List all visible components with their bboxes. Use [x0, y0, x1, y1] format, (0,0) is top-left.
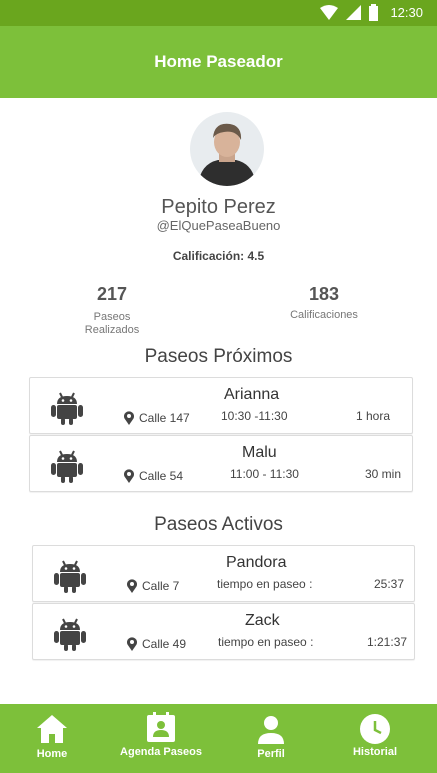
list-item[interactable]: Malu Calle 54 11:00 - 11:30 30 min [29, 435, 413, 492]
street-text: Calle 7 [142, 579, 180, 593]
android-icon [51, 392, 83, 425]
pet-name: Zack [245, 612, 280, 629]
signal-icon [346, 5, 362, 20]
rating-text: Calificación: 4.5 [172, 249, 265, 263]
street-text: Calle 54 [139, 469, 184, 483]
walks-label: Paseos Realizados [72, 311, 152, 337]
street-text: Calle 49 [142, 637, 187, 651]
location-pin-icon [124, 469, 134, 483]
android-icon [54, 560, 86, 593]
nav-label: Agenda Paseos [120, 746, 202, 758]
battery-icon [369, 4, 379, 21]
elapsed-time: 1:21:37 [367, 635, 408, 649]
duration-text: 30 min [365, 467, 402, 481]
location-pin-icon [127, 579, 137, 593]
calendar-person-icon [147, 712, 175, 742]
page-title: Home Paseador [154, 52, 283, 71]
bottom-navigation: Home Agenda Paseos Perfil Historial [0, 704, 437, 773]
home-icon [37, 715, 67, 743]
walks-count: 217 [96, 284, 128, 304]
time-range: 11:00 - 11:30 [230, 467, 299, 481]
street-text: Calle 147 [139, 411, 190, 425]
pet-name: Pandora [226, 554, 287, 571]
list-item[interactable]: Zack Calle 49 tiempo en paseo : 1:21:37 [32, 603, 415, 660]
profile-handle: @ElQuePaseaBueno [156, 218, 281, 233]
time-range: 10:30 -11:30 [221, 409, 288, 423]
wifi-icon [320, 5, 339, 20]
avatar [190, 112, 264, 186]
android-icon [54, 618, 86, 651]
nav-profile[interactable]: Perfil [241, 704, 301, 773]
nav-label: Perfil [257, 748, 285, 760]
active-section-title: Paseos Activos [154, 514, 283, 535]
elapsed-time: 25:37 [374, 577, 405, 591]
nav-label: Home [36, 748, 68, 760]
clock-icon [360, 714, 390, 744]
duration-text: 1 hora [356, 409, 391, 423]
app-bar: Home Paseador [0, 26, 437, 98]
pet-name: Arianna [224, 386, 280, 403]
elapsed-label: tiempo en paseo : [217, 577, 313, 591]
android-icon [51, 450, 83, 483]
location-pin-icon [127, 637, 137, 651]
list-item[interactable]: Arianna Calle 147 10:30 -11:30 1 hora [29, 377, 413, 434]
status-time: 12:30 [390, 5, 423, 20]
nav-home[interactable]: Home [22, 704, 82, 773]
nav-agenda[interactable]: Agenda Paseos [116, 704, 206, 773]
ratings-label: Calificaciones [290, 309, 358, 321]
upcoming-section-title: Paseos Próximos [144, 346, 293, 367]
location-pin-icon [124, 411, 134, 425]
nav-history[interactable]: Historial [345, 704, 405, 773]
status-bar: 12:30 [0, 0, 437, 26]
walks-label-line1: Paseos [93, 311, 131, 323]
person-icon [258, 716, 284, 744]
list-item[interactable]: Pandora Calle 7 tiempo en paseo : 25:37 [32, 545, 415, 602]
walks-label-line2: Realizados [84, 324, 140, 336]
status-icons: 12:30 [320, 4, 423, 21]
pet-name: Malu [242, 444, 277, 461]
profile-name: Pepito Perez [161, 196, 276, 218]
ratings-count: 183 [308, 284, 340, 304]
elapsed-label: tiempo en paseo : [218, 635, 314, 649]
nav-label: Historial [352, 746, 397, 758]
